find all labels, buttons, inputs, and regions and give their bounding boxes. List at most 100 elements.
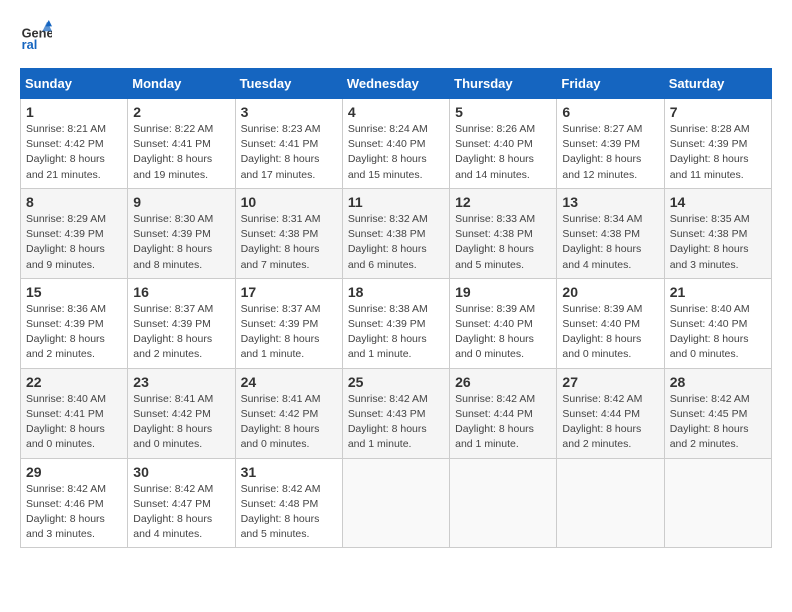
day-cell: 11 Sunrise: 8:32 AM Sunset: 4:38 PM Dayl… [342,188,449,278]
header-cell-thursday: Thursday [450,69,557,99]
day-cell: 30 Sunrise: 8:42 AM Sunset: 4:47 PM Dayl… [128,458,235,548]
day-number: 1 [26,104,122,120]
page-header: Gene ral [20,20,772,52]
day-number: 22 [26,374,122,390]
day-cell: 31 Sunrise: 8:42 AM Sunset: 4:48 PM Dayl… [235,458,342,548]
day-number: 11 [348,194,444,210]
day-cell: 12 Sunrise: 8:33 AM Sunset: 4:38 PM Dayl… [450,188,557,278]
header-cell-saturday: Saturday [664,69,771,99]
day-number: 18 [348,284,444,300]
day-number: 25 [348,374,444,390]
day-cell: 8 Sunrise: 8:29 AM Sunset: 4:39 PM Dayli… [21,188,128,278]
day-info: Sunrise: 8:26 AM Sunset: 4:40 PM Dayligh… [455,122,551,183]
day-number: 19 [455,284,551,300]
header-cell-wednesday: Wednesday [342,69,449,99]
day-number: 8 [26,194,122,210]
day-number: 3 [241,104,337,120]
day-info: Sunrise: 8:39 AM Sunset: 4:40 PM Dayligh… [562,302,658,363]
day-info: Sunrise: 8:28 AM Sunset: 4:39 PM Dayligh… [670,122,766,183]
day-info: Sunrise: 8:42 AM Sunset: 4:48 PM Dayligh… [241,482,337,543]
day-cell: 19 Sunrise: 8:39 AM Sunset: 4:40 PM Dayl… [450,278,557,368]
day-cell: 29 Sunrise: 8:42 AM Sunset: 4:46 PM Dayl… [21,458,128,548]
week-row-4: 22 Sunrise: 8:40 AM Sunset: 4:41 PM Dayl… [21,368,772,458]
day-number: 5 [455,104,551,120]
day-info: Sunrise: 8:21 AM Sunset: 4:42 PM Dayligh… [26,122,122,183]
day-cell: 17 Sunrise: 8:37 AM Sunset: 4:39 PM Dayl… [235,278,342,368]
day-number: 6 [562,104,658,120]
day-info: Sunrise: 8:42 AM Sunset: 4:44 PM Dayligh… [562,392,658,453]
day-info: Sunrise: 8:40 AM Sunset: 4:40 PM Dayligh… [670,302,766,363]
day-cell: 16 Sunrise: 8:37 AM Sunset: 4:39 PM Dayl… [128,278,235,368]
day-cell: 3 Sunrise: 8:23 AM Sunset: 4:41 PM Dayli… [235,99,342,189]
calendar-table: SundayMondayTuesdayWednesdayThursdayFrid… [20,68,772,548]
day-cell: 22 Sunrise: 8:40 AM Sunset: 4:41 PM Dayl… [21,368,128,458]
day-info: Sunrise: 8:42 AM Sunset: 4:46 PM Dayligh… [26,482,122,543]
day-cell [450,458,557,548]
week-row-2: 8 Sunrise: 8:29 AM Sunset: 4:39 PM Dayli… [21,188,772,278]
day-cell: 1 Sunrise: 8:21 AM Sunset: 4:42 PM Dayli… [21,99,128,189]
day-number: 16 [133,284,229,300]
day-number: 9 [133,194,229,210]
day-info: Sunrise: 8:41 AM Sunset: 4:42 PM Dayligh… [241,392,337,453]
day-number: 30 [133,464,229,480]
day-number: 20 [562,284,658,300]
day-info: Sunrise: 8:37 AM Sunset: 4:39 PM Dayligh… [133,302,229,363]
day-number: 15 [26,284,122,300]
day-number: 31 [241,464,337,480]
day-info: Sunrise: 8:40 AM Sunset: 4:41 PM Dayligh… [26,392,122,453]
week-row-3: 15 Sunrise: 8:36 AM Sunset: 4:39 PM Dayl… [21,278,772,368]
day-info: Sunrise: 8:30 AM Sunset: 4:39 PM Dayligh… [133,212,229,273]
logo-icon: Gene ral [20,20,52,52]
day-cell: 9 Sunrise: 8:30 AM Sunset: 4:39 PM Dayli… [128,188,235,278]
week-row-1: 1 Sunrise: 8:21 AM Sunset: 4:42 PM Dayli… [21,99,772,189]
day-cell: 21 Sunrise: 8:40 AM Sunset: 4:40 PM Dayl… [664,278,771,368]
day-info: Sunrise: 8:38 AM Sunset: 4:39 PM Dayligh… [348,302,444,363]
day-info: Sunrise: 8:35 AM Sunset: 4:38 PM Dayligh… [670,212,766,273]
day-info: Sunrise: 8:42 AM Sunset: 4:44 PM Dayligh… [455,392,551,453]
day-info: Sunrise: 8:42 AM Sunset: 4:47 PM Dayligh… [133,482,229,543]
day-info: Sunrise: 8:31 AM Sunset: 4:38 PM Dayligh… [241,212,337,273]
week-row-5: 29 Sunrise: 8:42 AM Sunset: 4:46 PM Dayl… [21,458,772,548]
day-info: Sunrise: 8:33 AM Sunset: 4:38 PM Dayligh… [455,212,551,273]
header-cell-tuesday: Tuesday [235,69,342,99]
day-info: Sunrise: 8:36 AM Sunset: 4:39 PM Dayligh… [26,302,122,363]
day-info: Sunrise: 8:42 AM Sunset: 4:45 PM Dayligh… [670,392,766,453]
day-number: 17 [241,284,337,300]
day-cell: 7 Sunrise: 8:28 AM Sunset: 4:39 PM Dayli… [664,99,771,189]
day-cell: 13 Sunrise: 8:34 AM Sunset: 4:38 PM Dayl… [557,188,664,278]
day-info: Sunrise: 8:24 AM Sunset: 4:40 PM Dayligh… [348,122,444,183]
day-cell [664,458,771,548]
day-info: Sunrise: 8:22 AM Sunset: 4:41 PM Dayligh… [133,122,229,183]
header-row: SundayMondayTuesdayWednesdayThursdayFrid… [21,69,772,99]
svg-text:ral: ral [22,37,38,52]
day-number: 2 [133,104,229,120]
day-number: 27 [562,374,658,390]
day-info: Sunrise: 8:23 AM Sunset: 4:41 PM Dayligh… [241,122,337,183]
day-info: Sunrise: 8:29 AM Sunset: 4:39 PM Dayligh… [26,212,122,273]
day-cell: 15 Sunrise: 8:36 AM Sunset: 4:39 PM Dayl… [21,278,128,368]
day-number: 23 [133,374,229,390]
day-number: 29 [26,464,122,480]
day-cell: 20 Sunrise: 8:39 AM Sunset: 4:40 PM Dayl… [557,278,664,368]
day-info: Sunrise: 8:32 AM Sunset: 4:38 PM Dayligh… [348,212,444,273]
day-number: 21 [670,284,766,300]
header-cell-friday: Friday [557,69,664,99]
day-cell: 5 Sunrise: 8:26 AM Sunset: 4:40 PM Dayli… [450,99,557,189]
day-cell: 28 Sunrise: 8:42 AM Sunset: 4:45 PM Dayl… [664,368,771,458]
day-number: 7 [670,104,766,120]
day-number: 24 [241,374,337,390]
day-cell: 10 Sunrise: 8:31 AM Sunset: 4:38 PM Dayl… [235,188,342,278]
day-number: 26 [455,374,551,390]
day-cell: 14 Sunrise: 8:35 AM Sunset: 4:38 PM Dayl… [664,188,771,278]
day-number: 4 [348,104,444,120]
day-cell: 24 Sunrise: 8:41 AM Sunset: 4:42 PM Dayl… [235,368,342,458]
header-cell-monday: Monday [128,69,235,99]
day-info: Sunrise: 8:42 AM Sunset: 4:43 PM Dayligh… [348,392,444,453]
day-cell: 2 Sunrise: 8:22 AM Sunset: 4:41 PM Dayli… [128,99,235,189]
day-cell: 6 Sunrise: 8:27 AM Sunset: 4:39 PM Dayli… [557,99,664,189]
day-cell: 26 Sunrise: 8:42 AM Sunset: 4:44 PM Dayl… [450,368,557,458]
day-cell: 23 Sunrise: 8:41 AM Sunset: 4:42 PM Dayl… [128,368,235,458]
day-cell [557,458,664,548]
day-info: Sunrise: 8:27 AM Sunset: 4:39 PM Dayligh… [562,122,658,183]
day-number: 13 [562,194,658,210]
